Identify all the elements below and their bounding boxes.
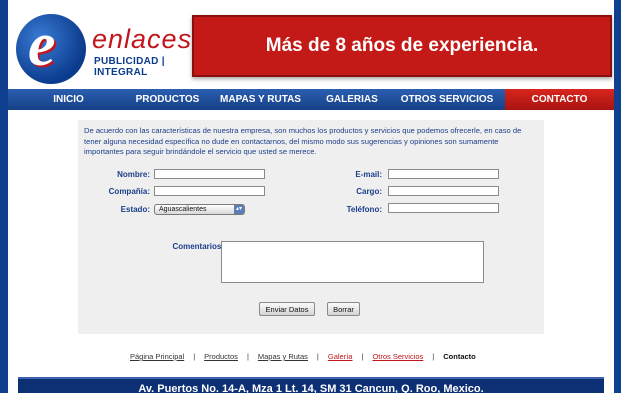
footer-separator: | — [246, 352, 249, 361]
main-nav: INICIO PRODUCTOS MAPAS Y RUTAS GALERIAS … — [8, 89, 614, 110]
select-arrows-icon: ▴▾ — [234, 205, 244, 214]
nav-item-galerias[interactable]: GALERIAS — [315, 89, 389, 110]
estado-label: Estado: — [120, 205, 150, 214]
nav-item-inicio[interactable]: INICIO — [8, 89, 129, 110]
contact-form: De acuerdo con las características de nu… — [78, 120, 544, 334]
enlaces-logo[interactable]: e enlaces PUBLICIDAD | INTEGRAL — [14, 10, 191, 88]
nav-item-otros-servicios[interactable]: OTROS SERVICIOS — [389, 89, 505, 110]
estado-selected-value: Aguascalientes — [159, 206, 207, 213]
nav-item-mapas-y-rutas[interactable]: MAPAS Y RUTAS — [206, 89, 315, 110]
email-field[interactable] — [388, 169, 499, 179]
footer-link-mapas-y-rutas[interactable]: Mapas y Rutas — [258, 352, 308, 361]
cargo-label: Cargo: — [356, 187, 382, 196]
comentarios-label: Comentarios: — [172, 242, 224, 251]
enviar-datos-button[interactable]: Enviar Datos — [259, 302, 315, 316]
banner-text: Más de 8 años de experiencia. — [265, 35, 539, 56]
intro-text: De acuerdo con las características de nu… — [84, 126, 522, 156]
footer-separator: | — [316, 352, 319, 361]
cargo-field[interactable] — [388, 186, 499, 196]
footer-separator: | — [193, 352, 196, 361]
footer-link-productos[interactable]: Productos — [204, 352, 238, 361]
nav-item-contacto[interactable]: CONTACTO — [505, 89, 614, 110]
page: e enlaces PUBLICIDAD | INTEGRAL Más de 8… — [8, 0, 614, 393]
experience-banner: Más de 8 años de experiencia. — [192, 15, 612, 77]
estado-select[interactable]: Aguascalientes ▴▾ — [154, 204, 245, 215]
telefono-field[interactable] — [388, 203, 499, 213]
compania-field[interactable] — [154, 186, 265, 196]
footer-current-contacto: Contacto — [443, 352, 476, 361]
footer-link-otros-servicios[interactable]: Otros Servicios — [372, 352, 423, 361]
telefono-label: Teléfono: — [346, 205, 382, 214]
footer-links: Página Principal | Productos | Mapas y R… — [130, 352, 476, 361]
footer-link-pagina-principal[interactable]: Página Principal — [130, 352, 184, 361]
compania-label: Compañía: — [108, 187, 150, 196]
logo-wordmark: enlaces — [92, 24, 193, 54]
logo-letter: e — [28, 11, 56, 79]
nombre-label: Nombre: — [117, 170, 150, 179]
footer-separator: | — [361, 352, 364, 361]
footer-link-galeria[interactable]: Galería — [328, 352, 353, 361]
footer-separator: | — [432, 352, 435, 361]
email-label: E-mail: — [355, 170, 382, 179]
borrar-button[interactable]: Borrar — [327, 302, 360, 316]
nombre-field[interactable] — [154, 169, 265, 179]
logo-tagline: PUBLICIDAD | INTEGRAL — [94, 56, 165, 78]
address-bar: Av. Puertos No. 14-A, Mza 1 Lt. 14, SM 3… — [18, 377, 604, 393]
comentarios-textarea[interactable] — [221, 241, 484, 283]
nav-item-productos[interactable]: PRODUCTOS — [129, 89, 206, 110]
